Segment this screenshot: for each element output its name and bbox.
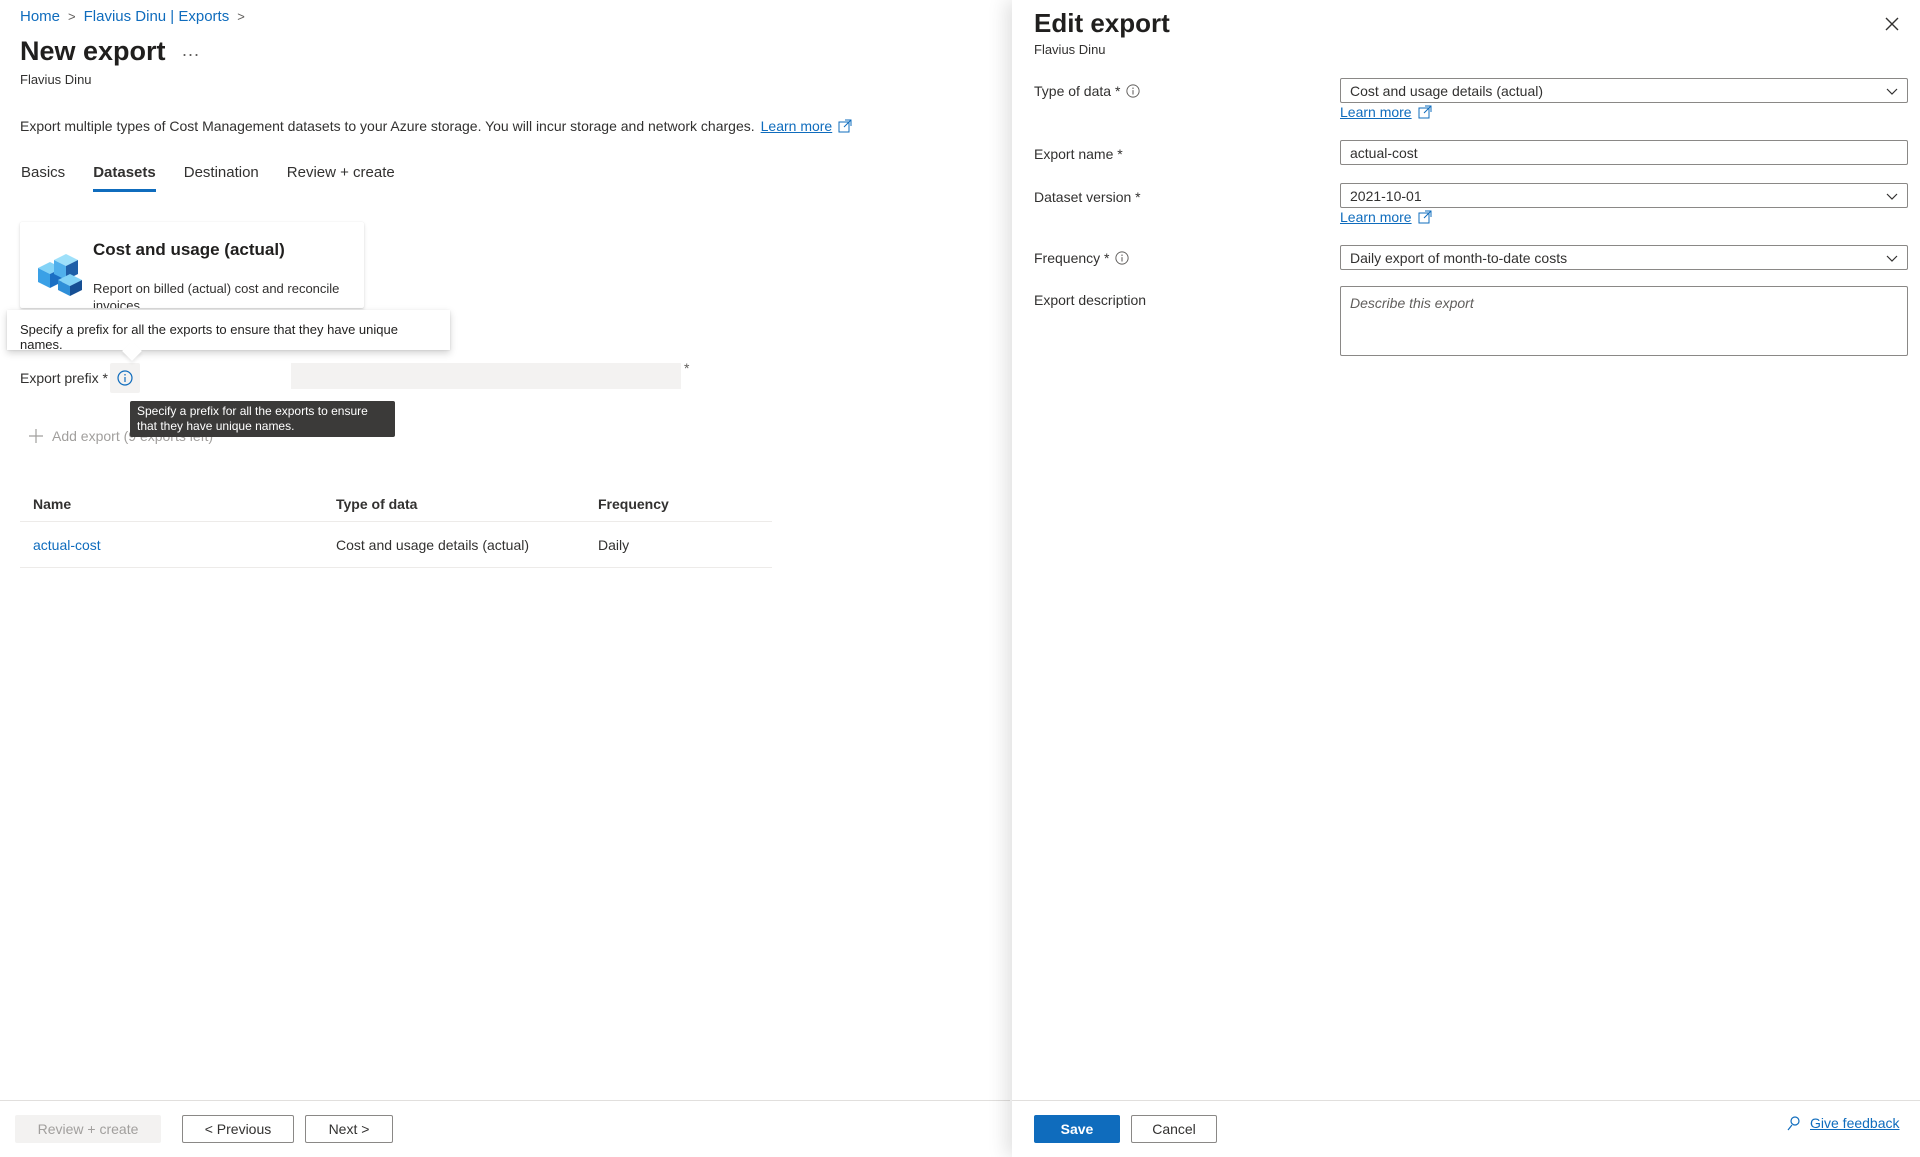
chevron-down-icon xyxy=(1886,88,1898,95)
new-export-blade: Home > Flavius Dinu | Exports > New expo… xyxy=(0,0,1010,1157)
column-header-type[interactable]: Type of data xyxy=(336,496,598,512)
export-description-label: Export description xyxy=(1034,292,1146,308)
type-of-data-dropdown[interactable]: Cost and usage details (actual) xyxy=(1340,78,1908,103)
wizard-tabs: Basics Datasets Destination Review + cre… xyxy=(21,164,423,192)
page-description: Export multiple types of Cost Management… xyxy=(20,118,852,134)
export-prefix-input[interactable] xyxy=(291,363,681,389)
page-subtitle: Flavius Dinu xyxy=(20,72,92,87)
cube-stack-icon xyxy=(38,254,82,296)
panel-subtitle: Flavius Dinu xyxy=(1034,42,1106,57)
type-of-data-learn-more: Learn more xyxy=(1340,104,1432,120)
frequency-value: Daily export of month-to-date costs xyxy=(1350,249,1568,266)
description-text: Export multiple types of Cost Management… xyxy=(20,118,755,134)
export-name-link[interactable]: actual-cost xyxy=(33,537,101,553)
more-options-icon[interactable]: ... xyxy=(182,40,200,61)
external-link-icon xyxy=(1418,105,1432,119)
tooltip-text: Specify a prefix for all the exports to … xyxy=(20,322,398,352)
type-of-data-label-text: Type of data * xyxy=(1034,83,1121,99)
export-description-placeholder: Describe this export xyxy=(1350,295,1474,311)
required-marker: * xyxy=(684,360,690,376)
tab-review-create[interactable]: Review + create xyxy=(287,164,395,192)
tab-datasets[interactable]: Datasets xyxy=(93,164,156,192)
frequency-dropdown[interactable]: Daily export of month-to-date costs xyxy=(1340,245,1908,270)
table-cell-frequency: Daily xyxy=(598,536,630,553)
learn-more-link[interactable]: Learn more xyxy=(1340,209,1412,225)
give-feedback[interactable]: Give feedback xyxy=(1786,1115,1900,1131)
exports-table: Name Type of data Frequency actual-cost … xyxy=(20,486,772,568)
external-link-icon xyxy=(1418,210,1432,224)
panel-title: Edit export xyxy=(1034,8,1170,38)
review-create-button[interactable]: Review + create xyxy=(15,1115,161,1143)
frequency-label: Frequency * xyxy=(1034,250,1130,266)
export-name-label-text: Export name * xyxy=(1034,146,1123,162)
prefix-tooltip-dark: Specify a prefix for all the exports to … xyxy=(130,401,395,437)
prefix-tooltip-callout: Specify a prefix for all the exports to … xyxy=(7,310,450,361)
wizard-footer: Review + create < Previous Next > xyxy=(0,1100,1010,1157)
learn-more-link[interactable]: Learn more xyxy=(761,118,833,134)
feedback-icon xyxy=(1787,1116,1800,1131)
type-of-data-label: Type of data * xyxy=(1034,83,1141,99)
edit-export-panel: Edit export Flavius Dinu Type of data * … xyxy=(1012,0,1920,1157)
next-button[interactable]: Next > xyxy=(305,1115,393,1143)
chevron-down-icon xyxy=(1886,193,1898,200)
dataset-card[interactable]: Cost and usage (actual) Report on billed… xyxy=(20,222,364,308)
dataset-version-label: Dataset version * xyxy=(1034,189,1141,205)
export-prefix-label-text: Export prefix * xyxy=(20,370,108,386)
info-icon[interactable] xyxy=(1126,84,1141,98)
tooltip-beak xyxy=(122,341,142,361)
learn-more-link[interactable]: Learn more xyxy=(1340,104,1412,120)
table-header: Name Type of data Frequency xyxy=(20,486,772,522)
export-prefix-label: Export prefix * xyxy=(20,370,108,386)
dataset-version-learn-more: Learn more xyxy=(1340,209,1432,225)
info-icon[interactable] xyxy=(117,370,133,386)
give-feedback-link[interactable]: Give feedback xyxy=(1810,1115,1900,1131)
type-of-data-value: Cost and usage details (actual) xyxy=(1350,82,1543,99)
plus-icon xyxy=(29,429,43,443)
export-name-input[interactable]: actual-cost xyxy=(1340,140,1908,165)
chevron-right-icon: > xyxy=(237,9,245,24)
export-description-label-text: Export description xyxy=(1034,292,1147,308)
cancel-button[interactable]: Cancel xyxy=(1131,1115,1217,1143)
page-title: New export xyxy=(20,36,166,66)
export-name-label: Export name * xyxy=(1034,146,1123,162)
breadcrumb: Home > Flavius Dinu | Exports > xyxy=(20,8,245,25)
table-row[interactable]: actual-cost Cost and usage details (actu… xyxy=(20,522,772,568)
external-link-icon xyxy=(838,119,852,133)
export-name-value: actual-cost xyxy=(1350,144,1418,161)
chevron-right-icon: > xyxy=(68,9,76,24)
tab-destination[interactable]: Destination xyxy=(184,164,259,192)
panel-footer: Save Cancel xyxy=(1012,1100,1920,1157)
column-header-frequency[interactable]: Frequency xyxy=(598,496,772,512)
breadcrumb-exports[interactable]: Flavius Dinu | Exports xyxy=(84,8,230,25)
chevron-down-icon xyxy=(1886,255,1898,262)
card-title: Cost and usage (actual) xyxy=(93,240,285,259)
frequency-label-text: Frequency * xyxy=(1034,250,1110,266)
column-header-name[interactable]: Name xyxy=(20,496,336,512)
dataset-version-label-text: Dataset version * xyxy=(1034,189,1141,205)
close-icon[interactable] xyxy=(1880,12,1904,36)
card-description: Report on billed (actual) cost and recon… xyxy=(93,281,340,308)
save-button[interactable]: Save xyxy=(1034,1115,1120,1143)
tab-basics[interactable]: Basics xyxy=(21,164,65,192)
info-icon[interactable] xyxy=(1115,251,1130,265)
table-cell-type: Cost and usage details (actual) xyxy=(336,536,529,553)
breadcrumb-home[interactable]: Home xyxy=(20,8,60,25)
dataset-version-dropdown[interactable]: 2021-10-01 xyxy=(1340,183,1908,208)
export-description-textarea[interactable]: Describe this export xyxy=(1340,286,1908,356)
dataset-version-value: 2021-10-01 xyxy=(1350,187,1422,204)
previous-button[interactable]: < Previous xyxy=(182,1115,294,1143)
